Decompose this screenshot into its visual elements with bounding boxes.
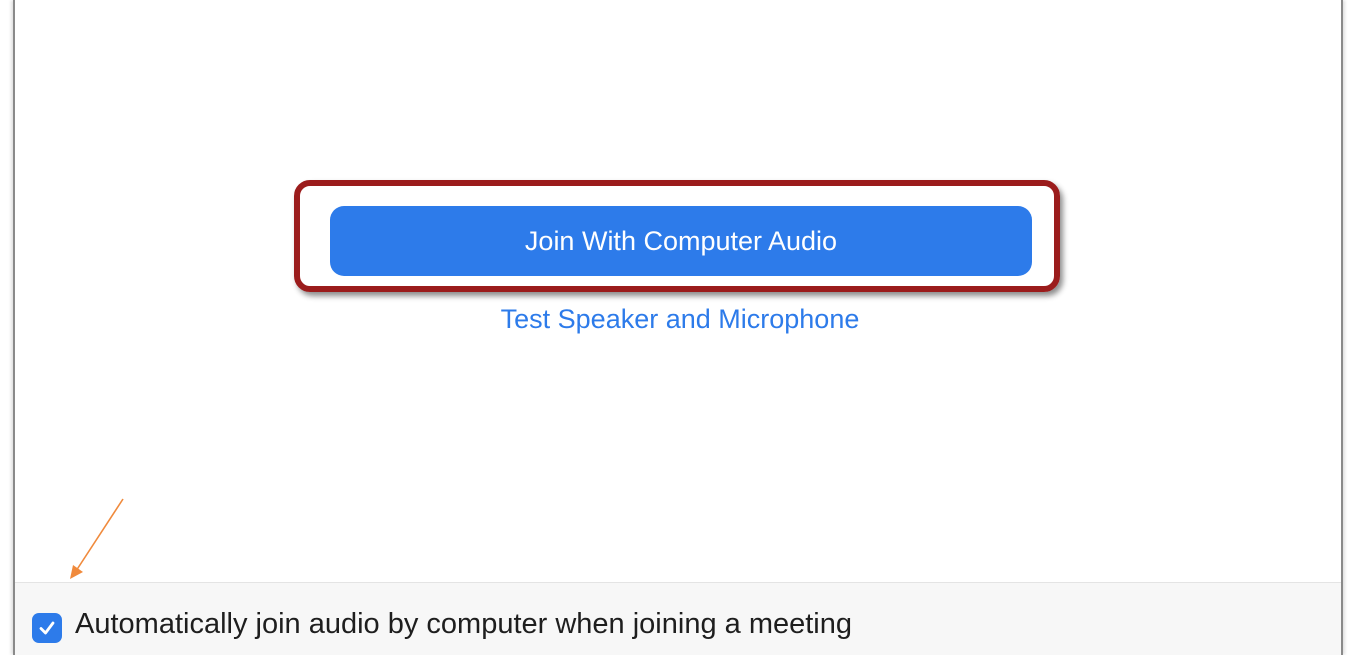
auto-join-checkbox[interactable]: [32, 613, 62, 643]
test-speaker-and-microphone-link[interactable]: Test Speaker and Microphone: [15, 304, 1345, 335]
join-with-computer-audio-button[interactable]: Join With Computer Audio: [330, 206, 1032, 276]
auto-join-label: Automatically join audio by computer whe…: [75, 608, 852, 640]
screenshot-stage: Join With Computer Audio Test Speaker an…: [0, 0, 1355, 655]
checkmark-icon: [39, 621, 55, 635]
test-link-label: Test Speaker and Microphone: [500, 304, 860, 334]
audio-dialog: Join With Computer Audio Test Speaker an…: [13, 0, 1343, 655]
join-button-label: Join With Computer Audio: [524, 225, 838, 256]
arrow-annotation-icon: [70, 498, 124, 579]
